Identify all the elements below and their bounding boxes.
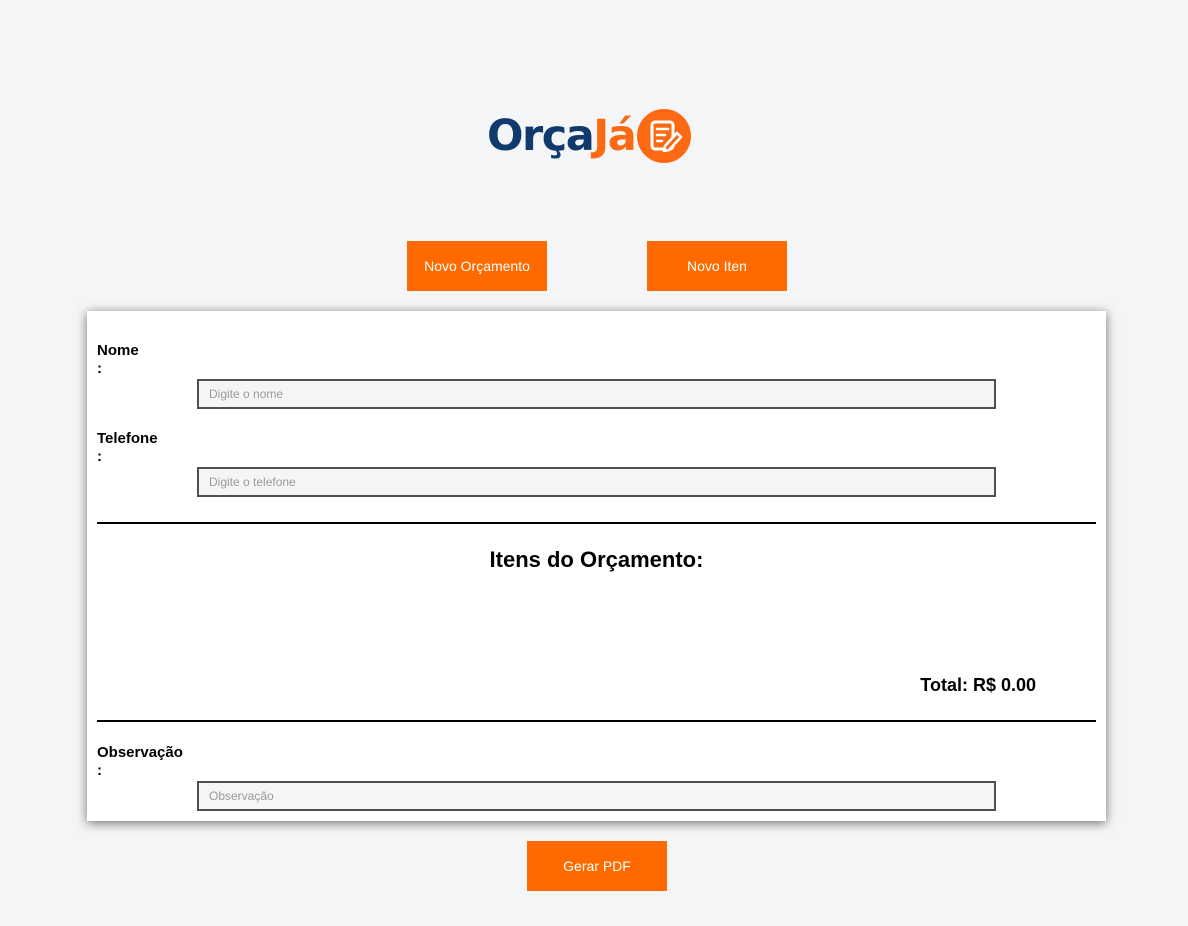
logo-text: OrçaJá [487, 114, 637, 158]
divider-bottom [97, 720, 1096, 722]
nome-label-colon: : [97, 360, 102, 377]
novo-orcamento-button[interactable]: Novo Orçamento [407, 241, 547, 291]
nome-label: Nome : [97, 342, 139, 378]
observacao-label-colon: : [97, 762, 102, 779]
edit-document-icon [637, 109, 692, 163]
telefone-label: Telefone : [97, 430, 158, 466]
itens-list [97, 581, 1096, 661]
itens-section-title: Itens do Orçamento: [489, 547, 704, 572]
gerar-pdf-button[interactable]: Gerar PDF [527, 841, 667, 891]
logo-text-orca: Orça [487, 110, 595, 161]
observacao-input[interactable] [197, 781, 996, 811]
novo-item-button[interactable]: Novo Iten [647, 241, 787, 291]
total-value: Total: R$ 0.00 [920, 675, 1036, 695]
logo-text-ja: Já [593, 110, 637, 161]
observacao-label-text: Observação [97, 744, 183, 761]
divider-top [97, 522, 1096, 524]
observacao-label: Observação : [97, 744, 183, 780]
orcamento-form-card: Nome : Telefone : Itens do Orçamento: To… [87, 311, 1106, 821]
telefone-label-colon: : [97, 448, 102, 465]
nome-label-text: Nome [97, 342, 139, 359]
app-logo: OrçaJá [487, 104, 717, 168]
nome-input[interactable] [197, 379, 996, 409]
telefone-label-text: Telefone [97, 430, 158, 447]
telefone-input[interactable] [197, 467, 996, 497]
